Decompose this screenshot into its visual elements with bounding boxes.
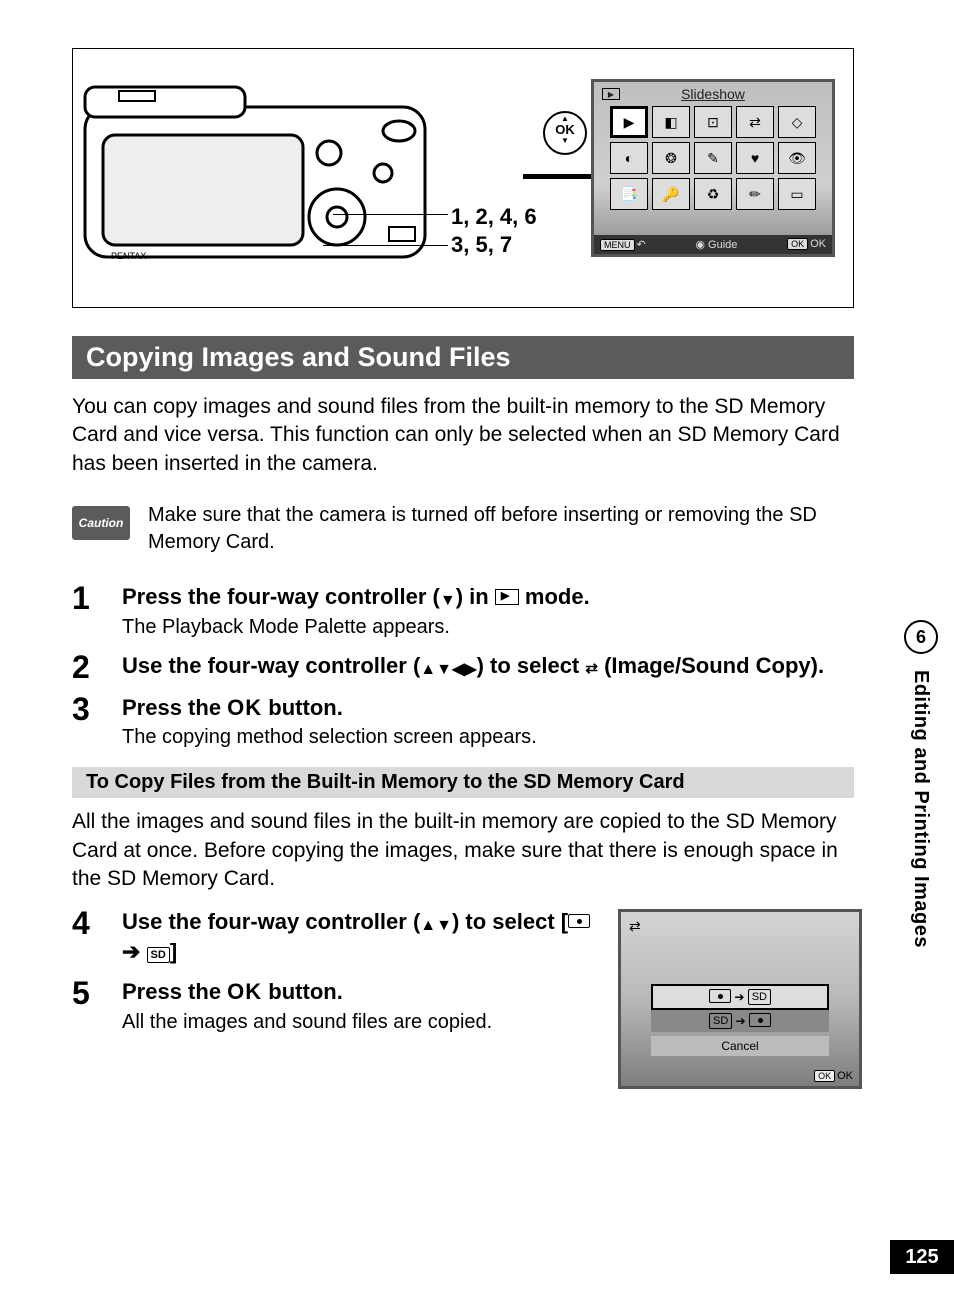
lcd-icon-grid: ▶ ◧ ⊡ ⇄ ◇ ◐ ❂ ✎ ♥ 👁 📑 🔑 ♻ ✏ ▭	[594, 104, 832, 212]
playback-icon: ▶	[602, 88, 620, 100]
four-way-icon: ▲▼◀▶	[420, 661, 476, 678]
palette-icon: ❂	[652, 142, 690, 174]
ok-word: OK	[227, 979, 262, 1004]
down-triangle-icon: ▼	[440, 592, 456, 609]
up-down-icon: ▲▼	[420, 917, 452, 934]
palette-icon: ◇	[778, 106, 816, 138]
guide-label: Guide	[708, 239, 737, 251]
lcd2-ok-bar: OKOK	[814, 1070, 853, 1082]
palette-icon: ⊡	[694, 106, 732, 138]
internal-memory-icon	[568, 914, 590, 928]
step-3: 3 Press the OK button. The copying metho…	[72, 691, 862, 752]
leader-line-1	[333, 214, 448, 215]
step-title: Press the OK button.	[122, 693, 862, 723]
steps-list: 1 Press the four-way controller (▼) in m…	[72, 580, 862, 751]
step-desc: The Playback Mode Palette appears.	[122, 614, 862, 641]
palette-icon: ◧	[652, 106, 690, 138]
palette-icon: ✏	[736, 178, 774, 210]
palette-icon: ♥	[736, 142, 774, 174]
ok-badge: OK	[787, 238, 808, 250]
figure-label-2: 3, 5, 7	[451, 231, 537, 259]
caution-row: Caution Make sure that the camera is tur…	[72, 502, 854, 556]
leader-line-2	[323, 245, 448, 246]
cancel-option: Cancel	[651, 1036, 829, 1056]
ok-word: OK	[227, 695, 262, 720]
step-title: Press the four-way controller (▼) in mod…	[122, 582, 862, 612]
palette-icon: 📑	[610, 178, 648, 210]
palette-icon: ▭	[778, 178, 816, 210]
lcd-title: ▶ Slideshow	[594, 82, 832, 104]
figure-step-labels: 1, 2, 4, 6 3, 5, 7	[451, 203, 537, 259]
sd-icon: SD	[147, 947, 170, 963]
palette-icon: ◐	[610, 142, 648, 174]
chapter-number: 6	[904, 620, 938, 654]
step-number: 3	[72, 691, 102, 752]
step-desc: The copying method selection screen appe…	[122, 724, 862, 751]
camera-brand-text: PENTAX	[111, 251, 146, 261]
palette-icon: ✎	[694, 142, 732, 174]
step-title: Use the four-way controller (▲▼) to sele…	[122, 907, 608, 966]
subsection-intro: All the images and sound files in the bu…	[72, 808, 854, 893]
side-tab: 6 Editing and Printing Images 125	[886, 0, 954, 1314]
palette-icon: ♻	[694, 178, 732, 210]
lcd-copy-screenshot: ⇄ ➔ SD SD ➔ Cancel OKOK	[618, 909, 862, 1089]
copy-icon: ⇄	[629, 918, 641, 935]
step-1: 1 Press the four-way controller (▼) in m…	[72, 580, 862, 641]
step-number: 2	[72, 649, 102, 683]
playback-mode-icon	[495, 589, 519, 605]
caution-text: Make sure that the camera is turned off …	[148, 502, 854, 556]
lcd-title-text: Slideshow	[681, 86, 745, 102]
ok-button-diagram: OK	[543, 111, 587, 155]
step-5: 5 Press the OK button. All the images an…	[72, 975, 608, 1036]
palette-icon: ⇄	[736, 106, 774, 138]
steps-list-2: 4 Use the four-way controller (▲▼) to se…	[72, 905, 608, 1035]
copy-option-to-internal: SD ➔	[651, 1010, 829, 1032]
step-number: 5	[72, 975, 102, 1036]
palette-icon: 👁	[778, 142, 816, 174]
figure-label-1: 1, 2, 4, 6	[451, 203, 537, 231]
section-heading: Copying Images and Sound Files	[72, 336, 854, 379]
step-4: 4 Use the four-way controller (▲▼) to se…	[72, 905, 608, 966]
lcd-palette-screenshot: ▶ Slideshow ▶ ◧ ⊡ ⇄ ◇ ◐ ❂ ✎ ♥ 👁 📑 🔑 ♻ ✏ …	[591, 79, 835, 257]
step-title: Press the OK button.	[122, 977, 608, 1007]
lcd-footer: MENU↶ ◉Guide OKOK	[594, 235, 832, 254]
palette-icon: ▶	[610, 106, 648, 138]
palette-icon: 🔑	[652, 178, 690, 210]
section-intro: You can copy images and sound files from…	[72, 393, 854, 478]
ok-label: OK	[545, 123, 585, 137]
chapter-title: Editing and Printing Images	[909, 670, 932, 948]
page-number: 125	[890, 1240, 954, 1274]
figure-box: PENTAX OK 1, 2, 4, 6 3, 5, 7 ▶ Slideshow…	[72, 48, 854, 308]
step-title: Use the four-way controller (▲▼◀▶) to se…	[122, 651, 862, 681]
menu-badge: MENU	[600, 239, 635, 251]
ok-text: OK	[810, 238, 826, 250]
step-number: 4	[72, 905, 102, 966]
caution-badge: Caution	[72, 506, 130, 540]
subsection-bar: To Copy Files from the Built-in Memory t…	[72, 767, 854, 798]
camera-illustration: PENTAX	[83, 77, 433, 287]
step-number: 1	[72, 580, 102, 641]
step-2: 2 Use the four-way controller (▲▼◀▶) to …	[72, 649, 862, 683]
step-desc: All the images and sound files are copie…	[122, 1009, 608, 1036]
copy-option-to-sd: ➔ SD	[651, 984, 829, 1010]
copy-icon: ⇄	[585, 660, 598, 677]
